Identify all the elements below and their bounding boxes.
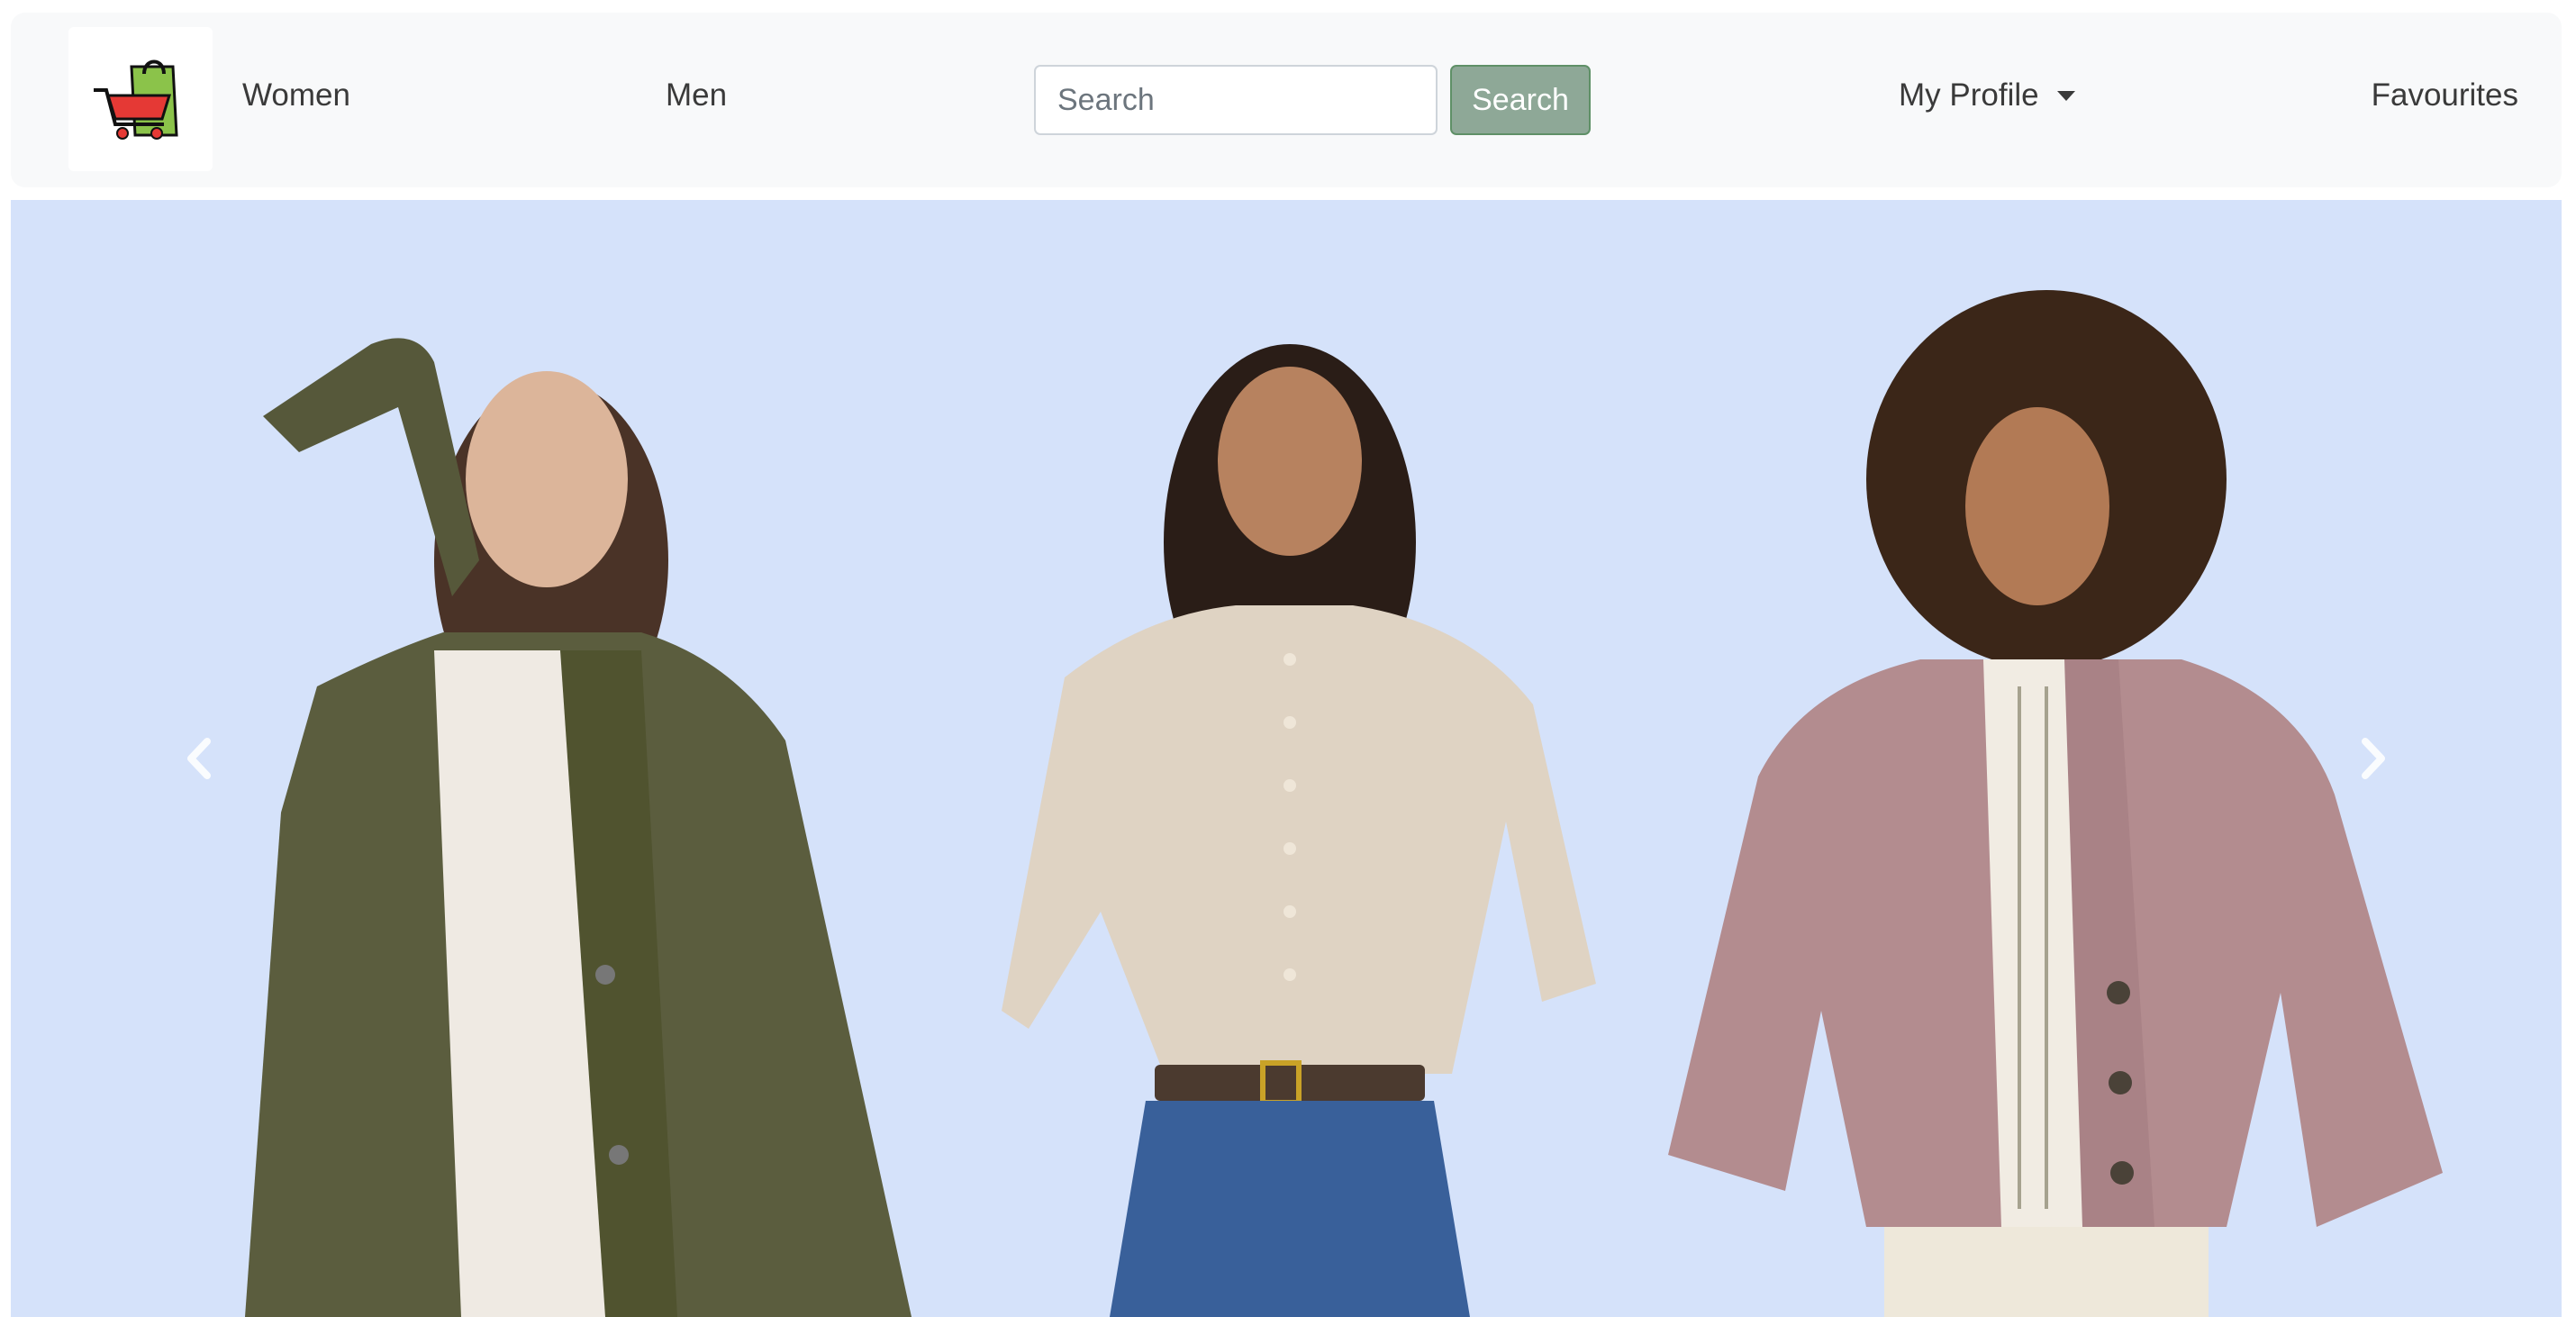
my-profile-label: My Profile: [1899, 77, 2039, 113]
nav-link-men[interactable]: Men: [666, 79, 727, 111]
nav-link-favourites[interactable]: Favourites: [2372, 79, 2518, 111]
my-profile-dropdown[interactable]: My Profile: [1899, 79, 2075, 111]
chevron-right-icon: [2362, 738, 2385, 779]
caret-down-icon: [2056, 91, 2075, 101]
hero-carousel: [11, 200, 2562, 1317]
carousel-prev-button[interactable]: [11, 200, 389, 1317]
top-navbar: Women Men Search My Profile Favourites: [11, 13, 2562, 187]
chevron-left-icon: [187, 738, 211, 779]
nav-link-women[interactable]: Women: [242, 79, 350, 111]
shopping-cart-bag-icon: [94, 59, 178, 140]
slide-image-beige-cardigan: [1002, 344, 1596, 1317]
search-button[interactable]: Search: [1450, 65, 1591, 135]
brand-logo[interactable]: [68, 27, 213, 171]
carousel-next-button[interactable]: [2183, 200, 2562, 1317]
search-input[interactable]: [1034, 65, 1438, 135]
